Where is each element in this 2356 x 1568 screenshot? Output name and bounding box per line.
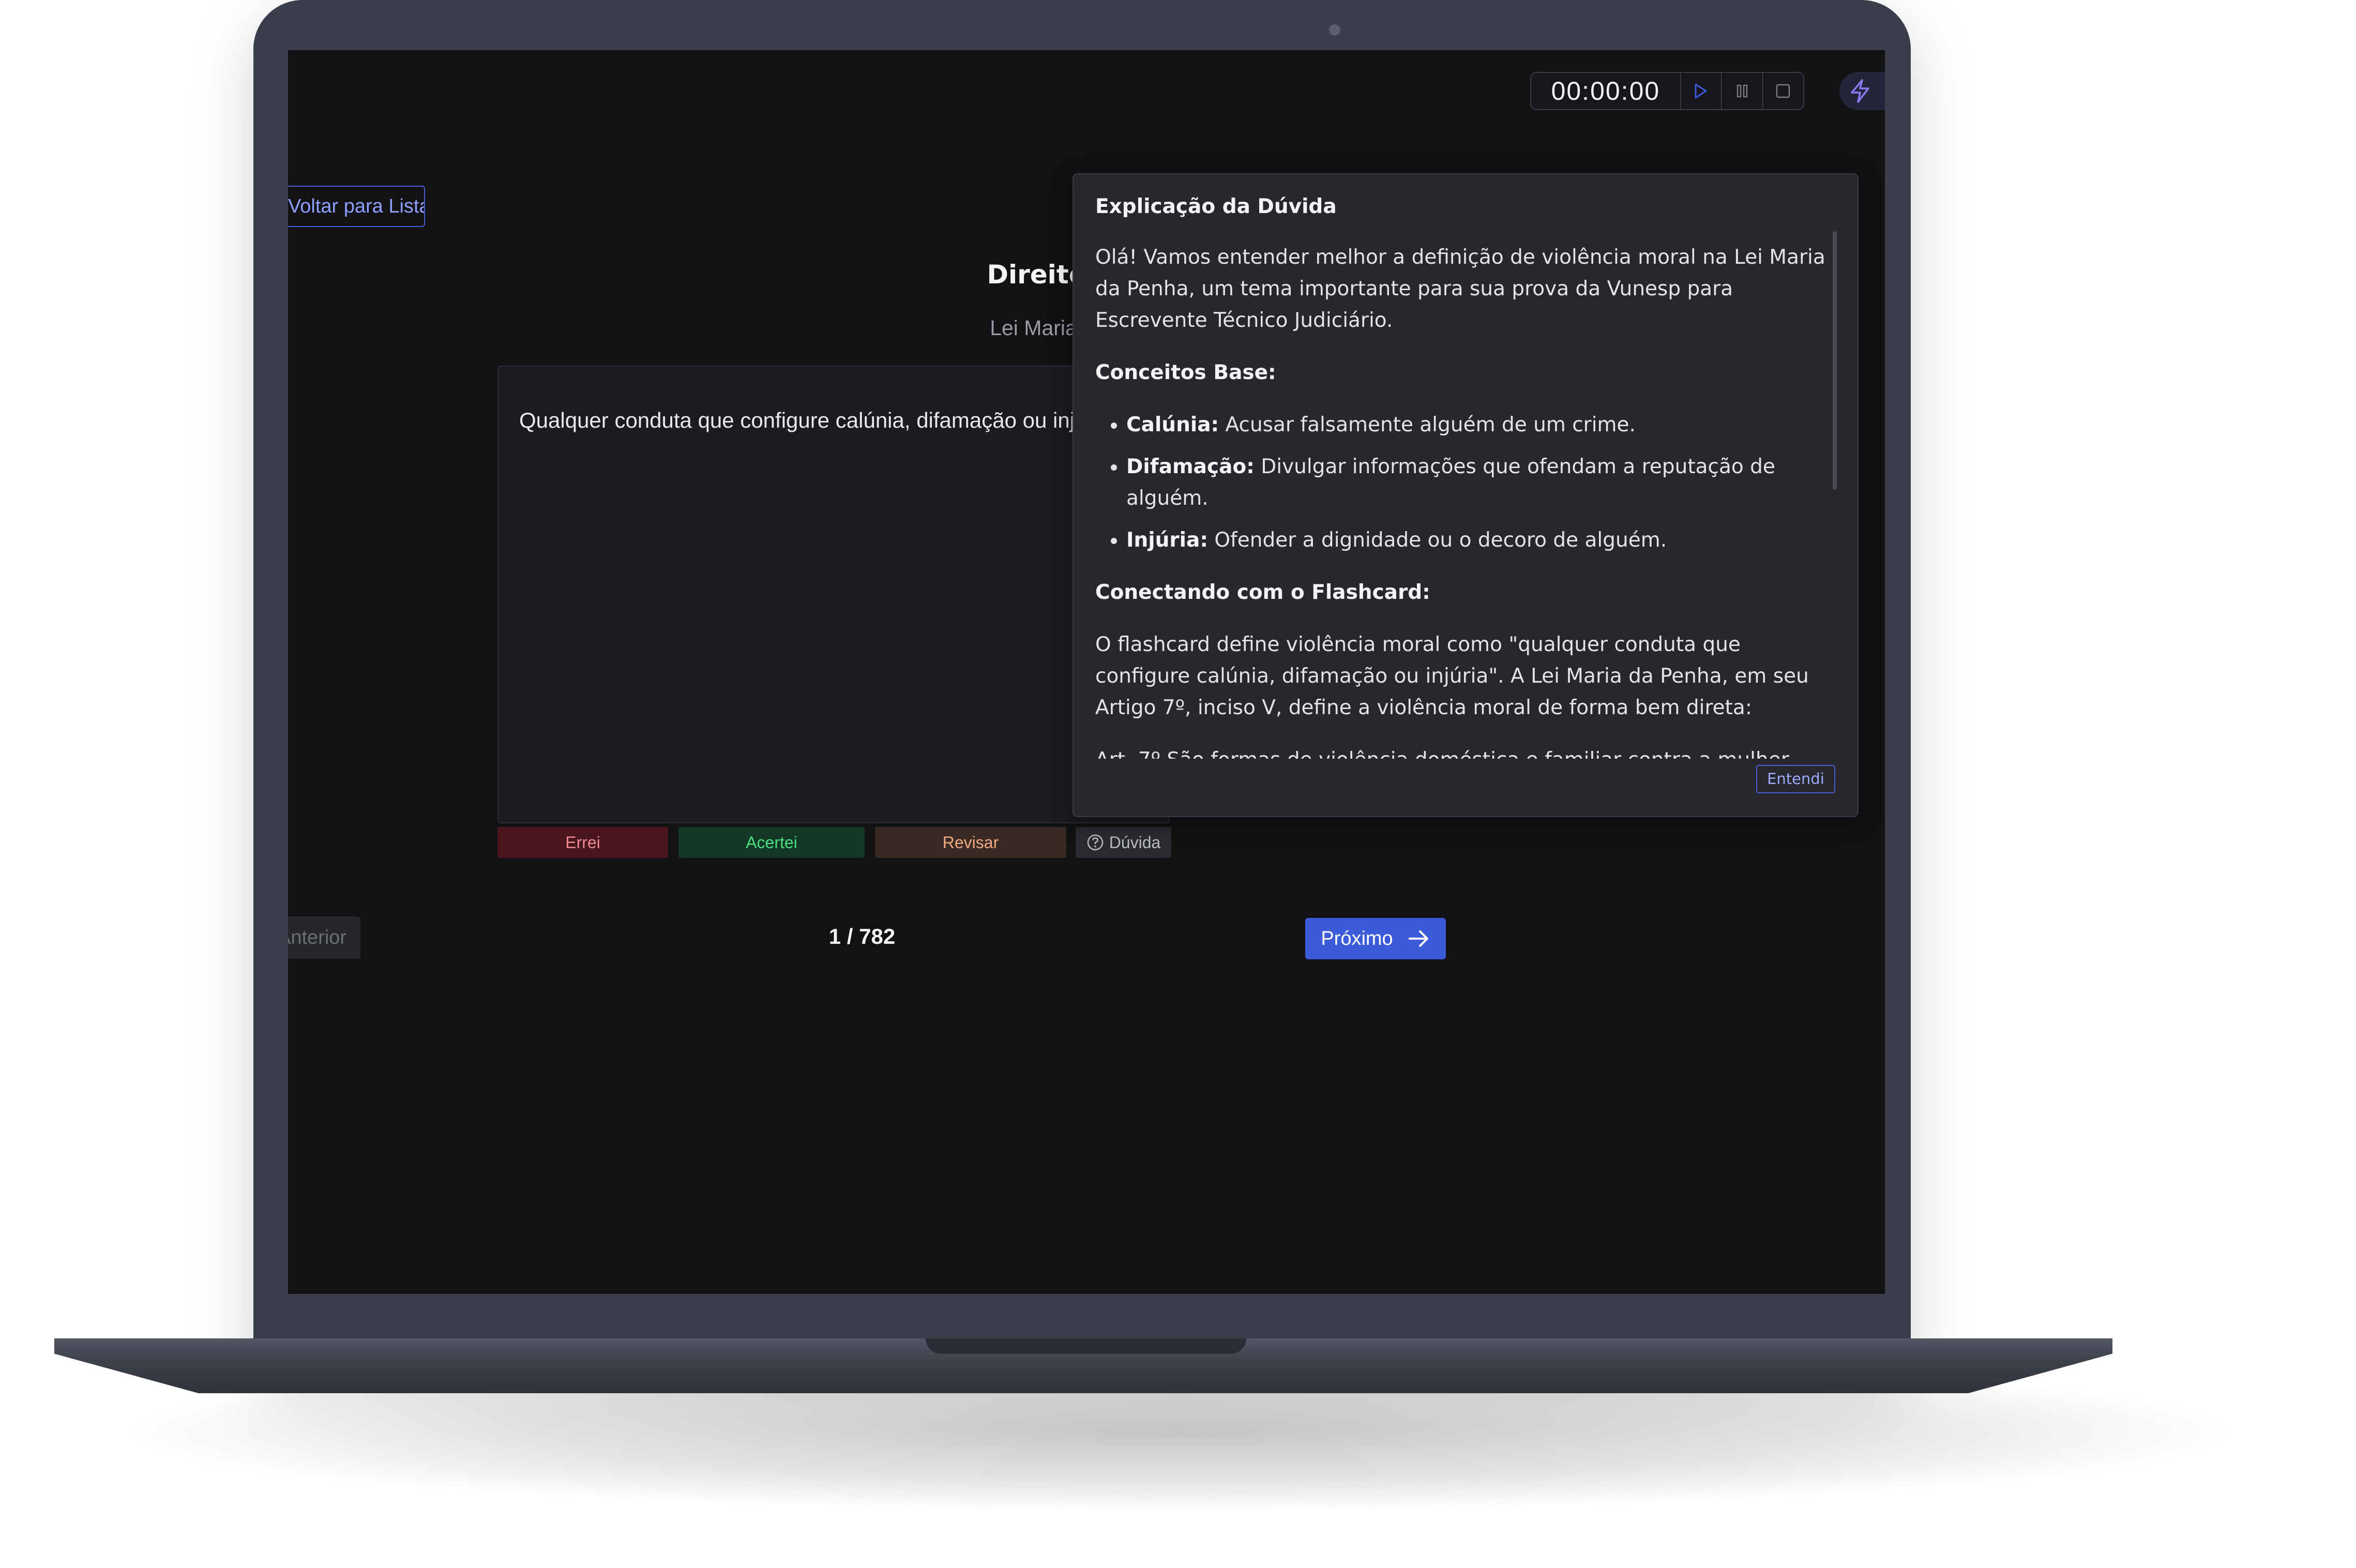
back-to-list-button[interactable]: Voltar para Lista [288, 186, 425, 227]
timer-display: 00:00:00 [1551, 77, 1660, 105]
list-item: Injúria: Ofender a dignidade ou o decoro… [1126, 524, 1832, 556]
explanation-title: Explicação da Dúvida [1095, 195, 1337, 218]
wrong-button[interactable]: Errei [497, 827, 668, 858]
flashcard[interactable]: Qualquer conduta que configure calúnia, … [497, 366, 1170, 823]
pause-icon [1736, 84, 1748, 98]
question-circle-icon [1087, 834, 1103, 851]
next-button[interactable]: Próximo [1305, 918, 1446, 959]
explanation-body[interactable]: Olá! Vamos entender melhor a definição d… [1095, 242, 1832, 759]
concepts-list: Calúnia: Acusar falsamente alguém de um … [1095, 409, 1832, 556]
understood-button[interactable]: Entendi [1756, 765, 1835, 793]
camera-icon [1329, 24, 1340, 36]
page-counter: 1 / 782 [828, 924, 896, 948]
review-button[interactable]: Revisar [875, 827, 1066, 858]
lightning-button[interactable] [1839, 72, 1885, 110]
explanation-paragraph: O flashcard define violência moral como … [1095, 633, 1809, 719]
explanation-intro: Olá! Vamos entender melhor a definição d… [1095, 246, 1825, 332]
timer-play-button[interactable] [1680, 73, 1721, 109]
previous-button[interactable]: Anterior [288, 916, 360, 959]
timer-pause-button[interactable] [1721, 73, 1762, 109]
next-label: Próximo [1321, 927, 1393, 949]
timer-stop-button[interactable] [1762, 73, 1803, 109]
study-timer: 00:00:00 [1530, 72, 1804, 110]
stop-icon [1776, 84, 1790, 98]
panel-scrollbar[interactable] [1833, 231, 1837, 490]
arrow-right-icon [1408, 930, 1428, 947]
correct-button[interactable]: Acertei [678, 827, 865, 858]
explanation-panel: Explicação da Dúvida Olá! Vamos entender… [1073, 173, 1859, 817]
list-item: Difamação: Divulgar informações que ofen… [1126, 451, 1832, 514]
app-screen: 00:00:00 Voltar para Lista Direito Penal… [288, 50, 1885, 1294]
flashcard-connection-heading: Conectando com o Flashcard: [1095, 581, 1430, 604]
play-icon [1695, 83, 1707, 99]
explanation-article: Art. 7º São formas de violência doméstic… [1095, 744, 1832, 759]
concepts-heading: Conceitos Base: [1095, 361, 1276, 384]
doubt-label: Dúvida [1109, 833, 1161, 852]
doubt-button[interactable]: Dúvida [1076, 827, 1171, 858]
laptop-notch [926, 1338, 1246, 1354]
list-item: Calúnia: Acusar falsamente alguém de um … [1126, 409, 1832, 441]
lightning-icon [1851, 79, 1869, 103]
